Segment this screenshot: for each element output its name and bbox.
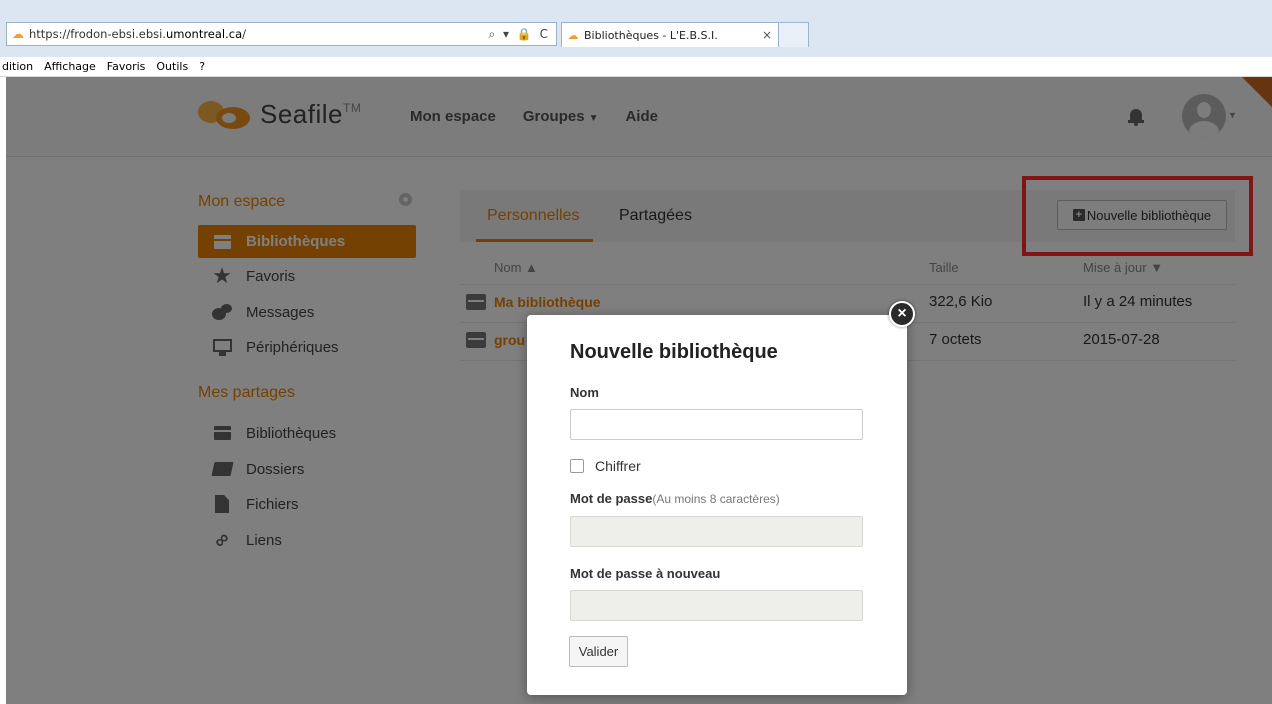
browser-menu-bar: dition Affichage Favoris Outils ? (0, 57, 1272, 77)
dialog-title: Nouvelle bibliothèque (570, 341, 778, 363)
seafile-page: SeafileTM Mon espace Groupes▼ Aide ▼ Mon… (6, 77, 1272, 704)
library-name-input[interactable] (570, 409, 863, 440)
password-label: Mot de passe(Au moins 8 caractères) (570, 491, 780, 506)
menu-tools[interactable]: Outils (156, 60, 188, 73)
url-text: https://frodon-ebsi.ebsi.umontreal.ca/ (29, 27, 247, 41)
name-label: Nom (570, 385, 599, 400)
password-again-input[interactable] (570, 590, 863, 621)
encrypt-checkbox[interactable] (570, 459, 584, 473)
browser-tab[interactable]: ☁ Bibliothèques - L'E.B.S.I. × (561, 22, 779, 47)
address-bar[interactable]: ☁ https://frodon-ebsi.ebsi.umontreal.ca/… (6, 22, 557, 46)
new-library-dialog: Nouvelle bibliothèque Nom Chiffrer Mot d… (527, 315, 907, 695)
close-icon[interactable]: × (889, 301, 915, 327)
tab-title: Bibliothèques - L'E.B.S.I. (584, 28, 718, 42)
password-hint: (Au moins 8 caractères) (652, 492, 780, 506)
menu-help[interactable]: ? (199, 60, 205, 73)
tab-close-icon[interactable]: × (756, 28, 778, 42)
new-tab-button[interactable] (779, 22, 809, 47)
tab-favicon: ☁ (567, 28, 579, 42)
password-again-label: Mot de passe à nouveau (570, 566, 721, 581)
menu-favorites[interactable]: Favoris (107, 60, 146, 73)
submit-button[interactable]: Valider (569, 636, 628, 667)
site-favicon: ☁ (12, 27, 24, 41)
menu-edit[interactable]: dition (2, 60, 33, 73)
password-input[interactable] (570, 516, 863, 547)
menu-view[interactable]: Affichage (44, 60, 96, 73)
address-tools[interactable]: ⌕ ▾ 🔒 C (484, 27, 556, 42)
encrypt-label: Chiffrer (595, 458, 641, 474)
